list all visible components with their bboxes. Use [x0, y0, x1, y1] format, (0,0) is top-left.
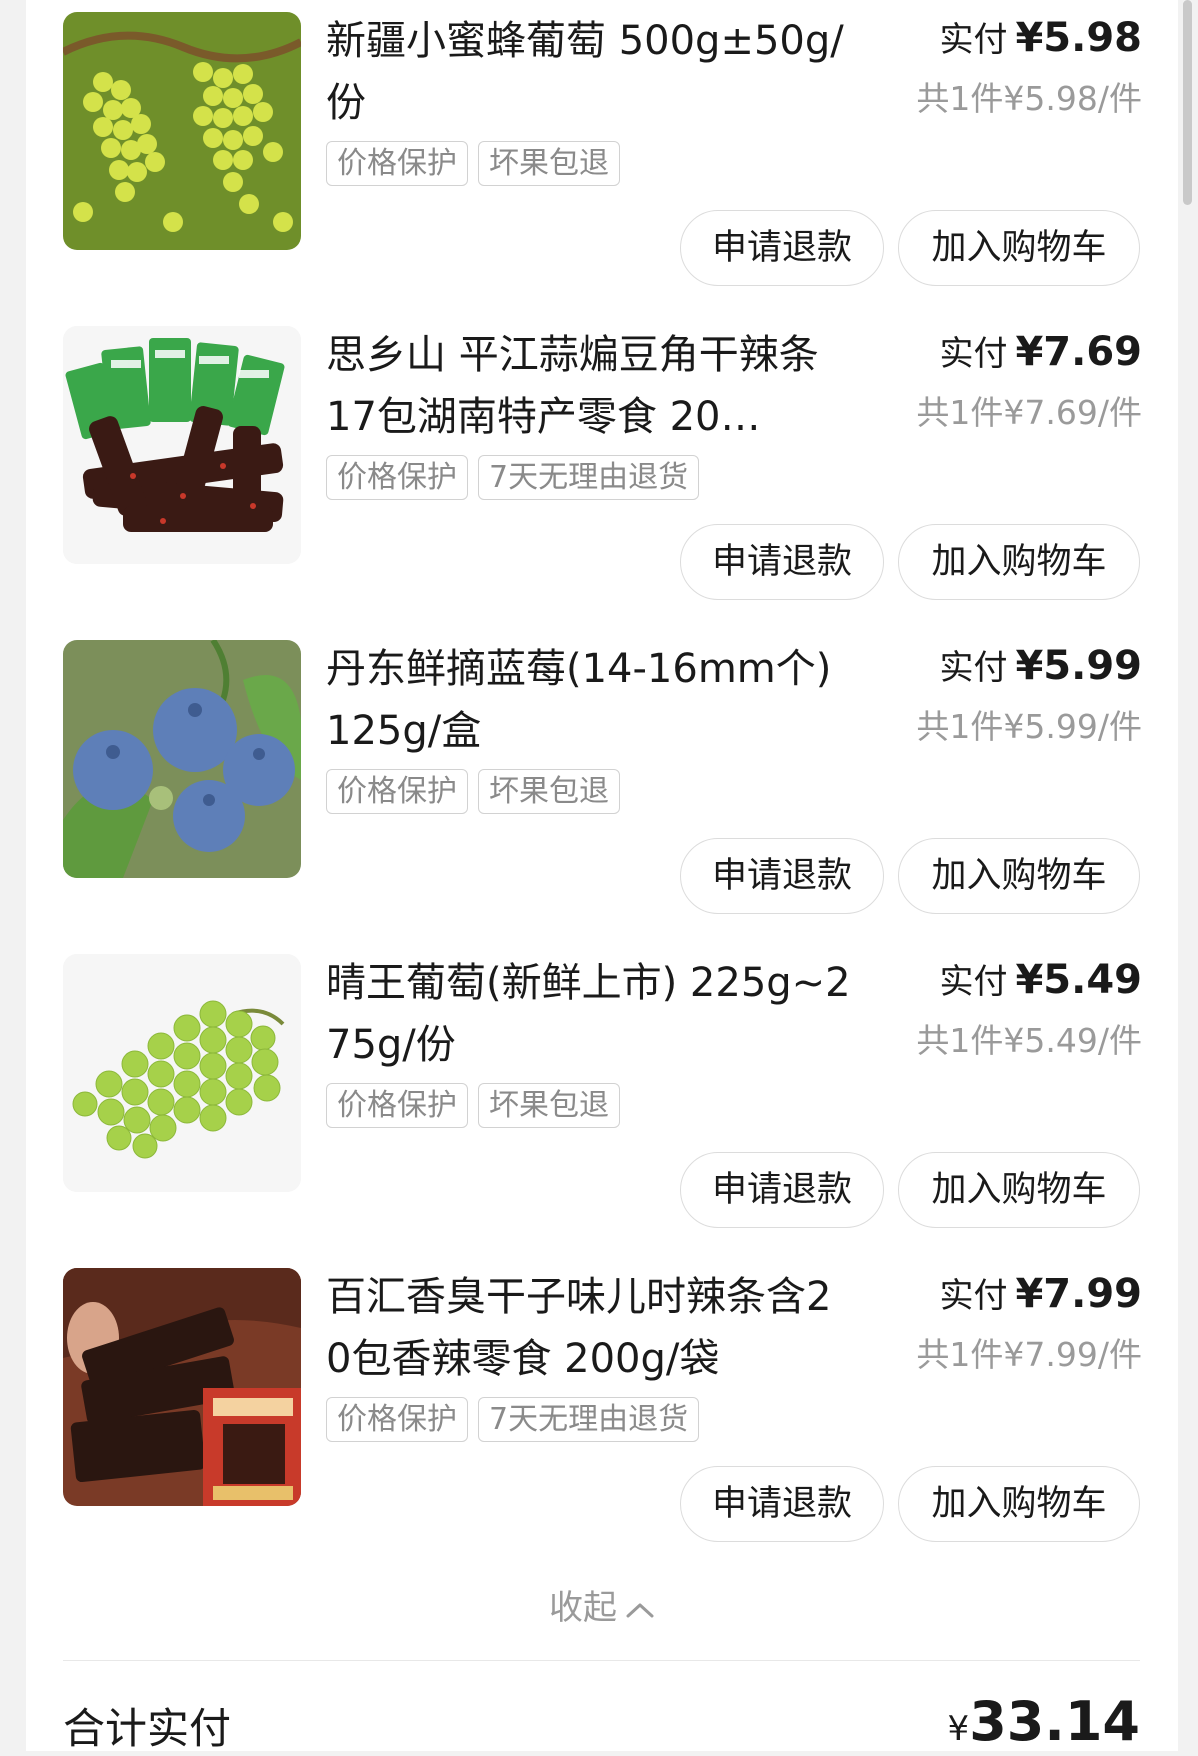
unit-price: 共1件¥5.49/件	[916, 1021, 1142, 1060]
divider	[63, 1660, 1140, 1661]
paid-label: 实付	[939, 962, 1008, 1002]
collapse-button[interactable]: 收起	[26, 1580, 1178, 1629]
total-currency: ¥	[947, 1709, 970, 1749]
service-tags: 价格保护 坏果包退	[326, 1083, 620, 1128]
total-label: 合计实付	[63, 1704, 232, 1753]
total-value: 33.14	[969, 1690, 1140, 1753]
paid-price: 实付 ¥5.99	[939, 640, 1142, 689]
paid-label: 实付	[939, 1276, 1008, 1316]
order-item: 百汇香臭干子味儿时辣条含20包香辣零食 200g/袋 价格保护 7天无理由退货 …	[26, 1256, 1178, 1570]
product-title[interactable]: 新疆小蜜蜂葡萄 500g±50g/份	[326, 10, 856, 134]
unit-price: 共1件¥5.99/件	[916, 707, 1142, 746]
unit-price: 共1件¥7.99/件	[916, 1335, 1142, 1374]
service-tag: 价格保护	[326, 455, 468, 500]
paid-amount: ¥5.49	[1015, 957, 1142, 1003]
service-tag: 坏果包退	[478, 769, 620, 814]
order-item: 思乡山 平江蒜煸豆角干辣条 17包湖南特产零食 20… 价格保护 7天无理由退货…	[26, 314, 1178, 628]
service-tag: 坏果包退	[478, 141, 620, 186]
product-title[interactable]: 丹东鲜摘蓝莓(14-16mm个)125g/盒	[326, 638, 856, 762]
paid-amount: ¥5.98	[1015, 15, 1142, 61]
service-tag: 7天无理由退货	[478, 1397, 700, 1442]
refund-button[interactable]: 申请退款	[680, 838, 884, 914]
add-to-cart-button[interactable]: 加入购物车	[898, 1466, 1140, 1542]
add-to-cart-button[interactable]: 加入购物车	[898, 838, 1140, 914]
chevron-up-icon	[626, 1603, 654, 1617]
blueberries-photo	[63, 640, 301, 878]
refund-button[interactable]: 申请退款	[680, 524, 884, 600]
paid-price: 实付 ¥5.49	[939, 954, 1142, 1003]
product-title[interactable]: 思乡山 平江蒜煸豆角干辣条 17包湖南特产零食 20…	[326, 324, 856, 448]
total-amount: ¥33.14	[948, 1690, 1140, 1753]
green-grapes-photo	[63, 12, 301, 250]
refund-button[interactable]: 申请退款	[680, 1152, 884, 1228]
add-to-cart-button[interactable]: 加入购物车	[898, 524, 1140, 600]
paid-amount: ¥5.99	[1015, 643, 1142, 689]
product-image[interactable]	[63, 1268, 301, 1506]
service-tag: 价格保护	[326, 769, 468, 814]
service-tag: 坏果包退	[478, 1083, 620, 1128]
add-to-cart-button[interactable]: 加入购物车	[898, 1152, 1140, 1228]
unit-price: 共1件¥7.69/件	[916, 393, 1142, 432]
service-tag: 价格保护	[326, 1397, 468, 1442]
service-tags: 价格保护 坏果包退	[326, 141, 620, 186]
paid-price: 实付 ¥7.99	[939, 1268, 1142, 1317]
order-item: 晴王葡萄(新鲜上市) 225g~275g/份 价格保护 坏果包退 实付 ¥5.49…	[26, 942, 1178, 1256]
product-title[interactable]: 晴王葡萄(新鲜上市) 225g~275g/份	[326, 952, 856, 1076]
add-to-cart-button[interactable]: 加入购物车	[898, 210, 1140, 286]
paid-price: 实付 ¥5.98	[939, 12, 1142, 61]
product-image[interactable]	[63, 12, 301, 250]
service-tag: 价格保护	[326, 1083, 468, 1128]
service-tag: 价格保护	[326, 141, 468, 186]
spicy-tofu-snack-photo	[63, 1268, 301, 1506]
service-tags: 价格保护 7天无理由退货	[326, 1397, 700, 1442]
product-image[interactable]	[63, 640, 301, 878]
collapse-label: 收起	[549, 1588, 617, 1628]
service-tag: 7天无理由退货	[478, 455, 700, 500]
product-title[interactable]: 百汇香臭干子味儿时辣条含20包香辣零食 200g/袋	[326, 1266, 856, 1390]
paid-price: 实付 ¥7.69	[939, 326, 1142, 375]
paid-amount: ¥7.99	[1015, 1271, 1142, 1317]
paid-label: 实付	[939, 334, 1008, 374]
refund-button[interactable]: 申请退款	[680, 210, 884, 286]
order-item: 丹东鲜摘蓝莓(14-16mm个)125g/盒 价格保护 坏果包退 实付 ¥5.99…	[26, 628, 1178, 942]
product-image[interactable]	[63, 954, 301, 1192]
spicy-bean-snack-photo	[63, 326, 301, 564]
scrollbar[interactable]	[1183, 0, 1192, 205]
paid-label: 实付	[939, 20, 1008, 60]
paid-amount: ¥7.69	[1015, 329, 1142, 375]
paid-label: 实付	[939, 648, 1008, 688]
order-item: 新疆小蜜蜂葡萄 500g±50g/份 价格保护 坏果包退 实付 ¥5.98 共1件…	[26, 0, 1178, 314]
unit-price: 共1件¥5.98/件	[916, 79, 1142, 118]
shine-muscat-grapes-photo	[63, 954, 301, 1192]
refund-button[interactable]: 申请退款	[680, 1466, 884, 1542]
product-image[interactable]	[63, 326, 301, 564]
service-tags: 价格保护 7天无理由退货	[326, 455, 700, 500]
service-tags: 价格保护 坏果包退	[326, 769, 620, 814]
order-card: 新疆小蜜蜂葡萄 500g±50g/份 价格保护 坏果包退 实付 ¥5.98 共1件…	[26, 0, 1178, 1753]
